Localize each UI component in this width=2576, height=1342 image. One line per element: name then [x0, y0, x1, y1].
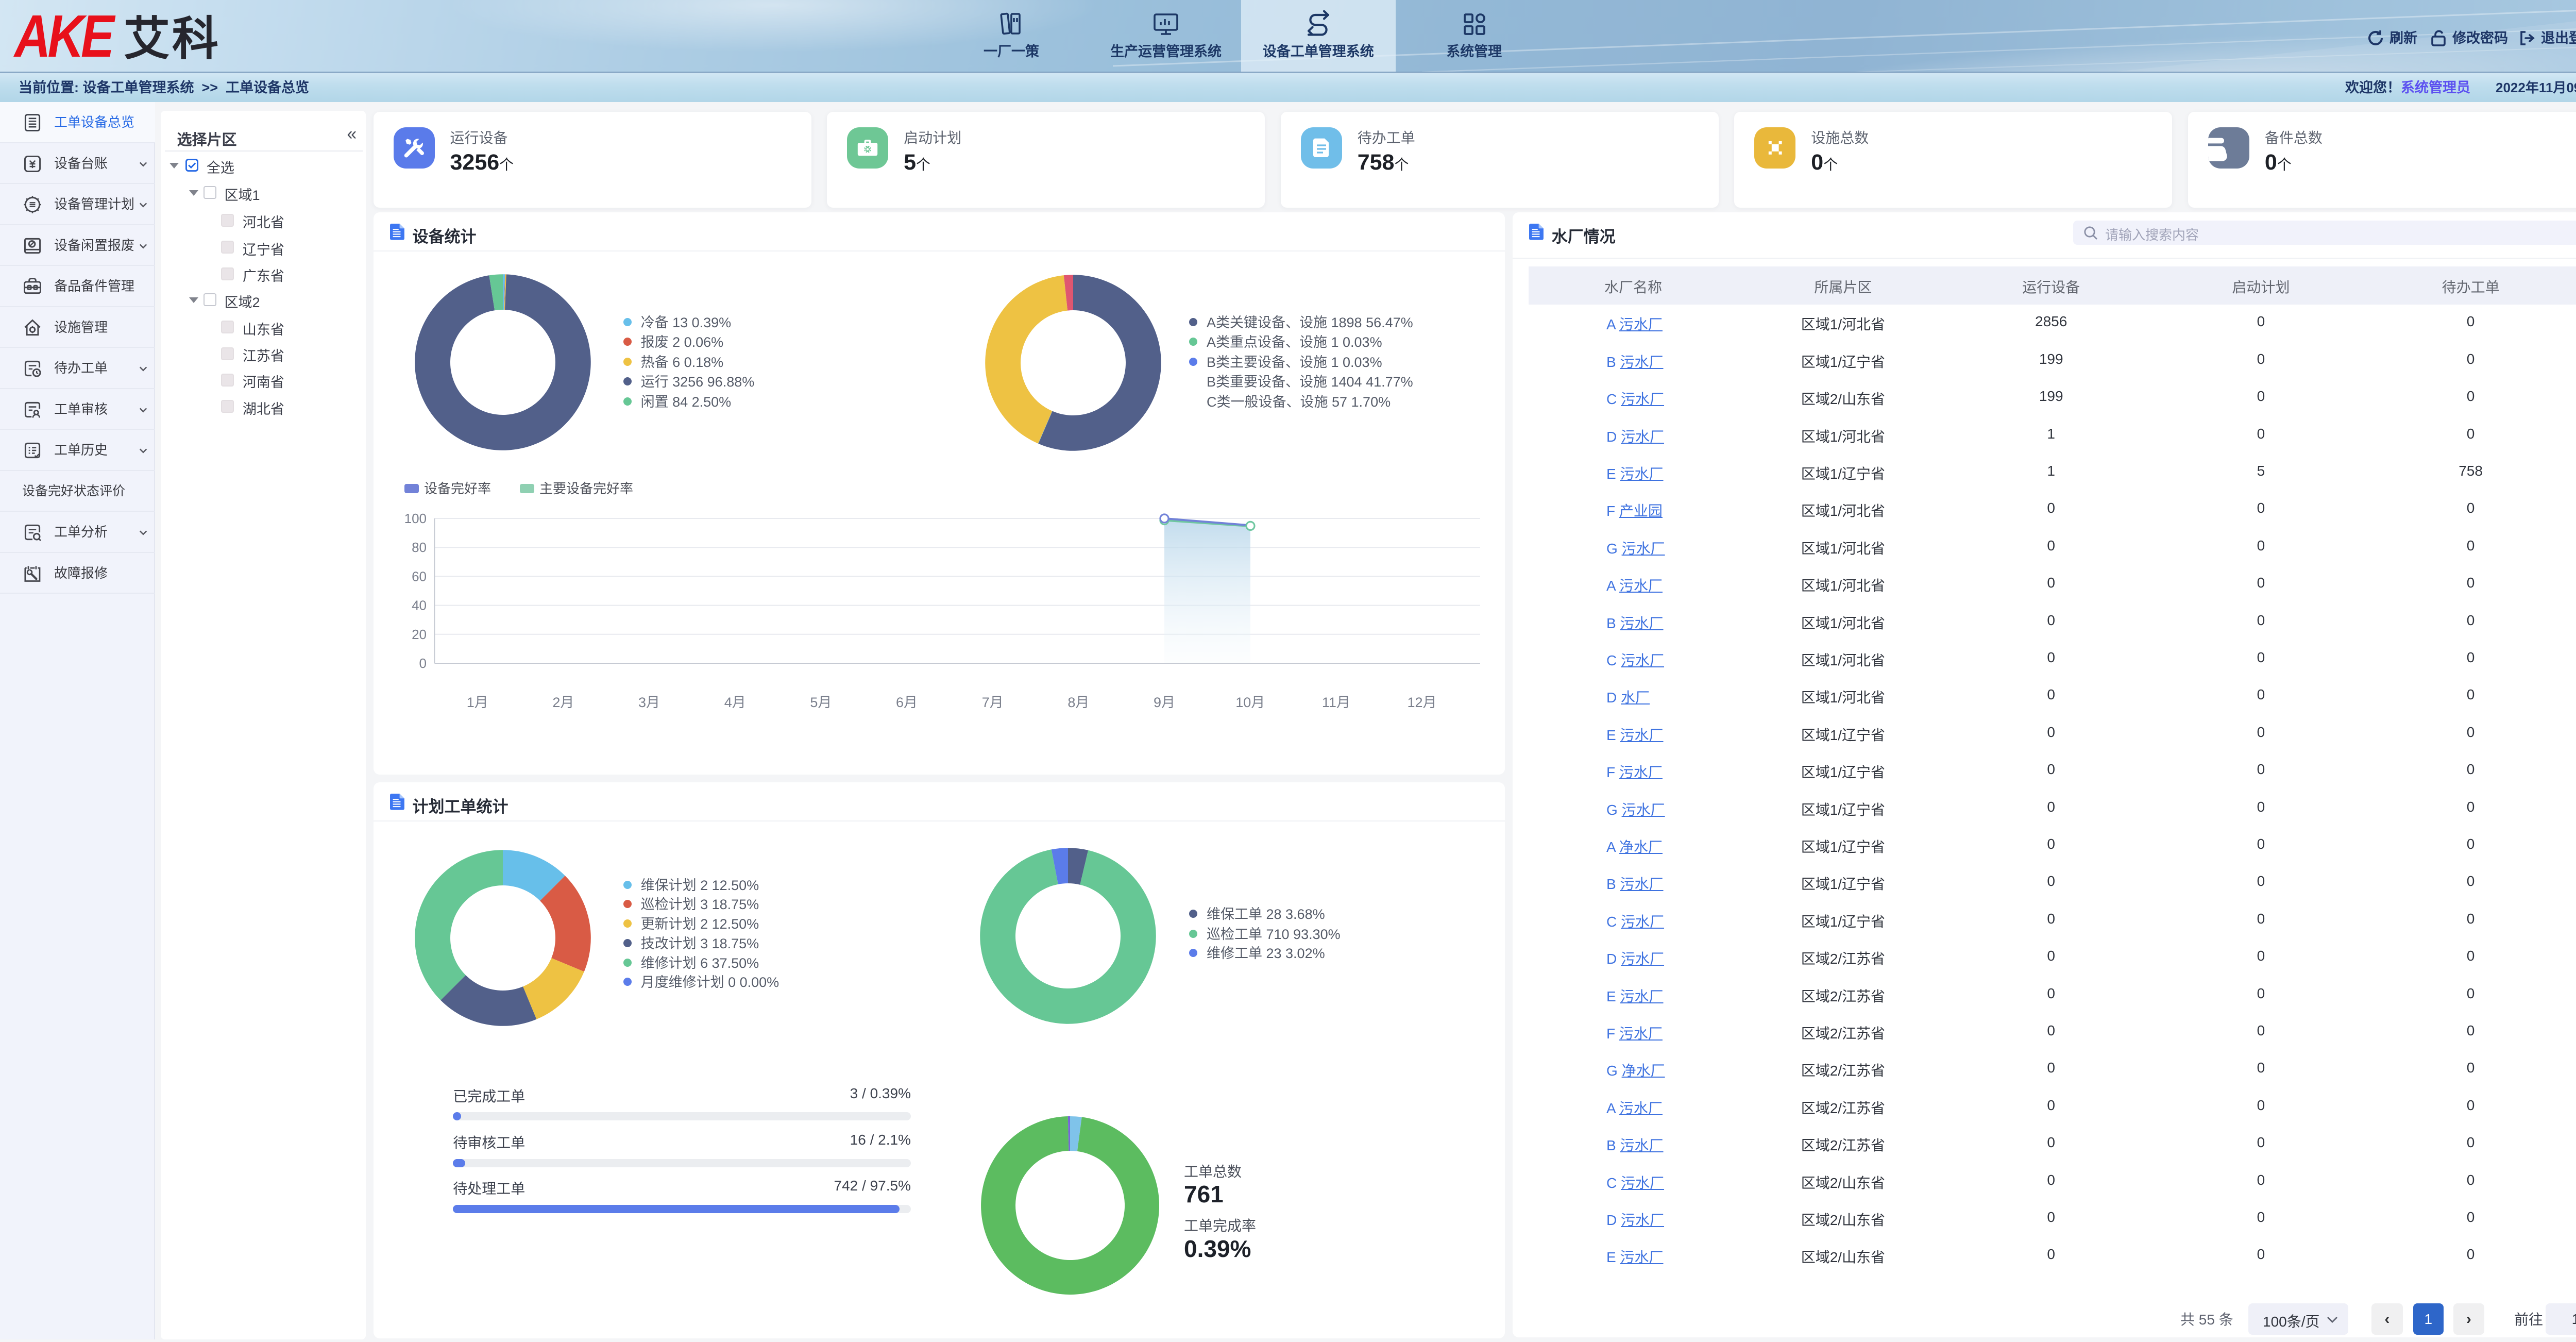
svg-text:6月: 6月 — [896, 695, 918, 710]
svg-text:11月: 11月 — [1322, 695, 1350, 710]
svg-text:5月: 5月 — [810, 695, 832, 710]
svg-text:100: 100 — [404, 511, 427, 526]
svg-text:60: 60 — [412, 568, 427, 584]
svg-text:12月: 12月 — [1407, 695, 1436, 710]
svg-text:20: 20 — [412, 627, 427, 642]
svg-text:7月: 7月 — [982, 695, 1004, 710]
svg-text:80: 80 — [412, 540, 427, 555]
svg-text:4月: 4月 — [724, 695, 746, 710]
svg-text:40: 40 — [412, 598, 427, 613]
svg-text:2月: 2月 — [552, 695, 574, 710]
svg-text:9月: 9月 — [1154, 695, 1175, 710]
svg-text:0: 0 — [419, 656, 427, 671]
svg-text:3月: 3月 — [638, 695, 660, 710]
svg-text:1月: 1月 — [467, 695, 488, 710]
svg-text:10月: 10月 — [1235, 695, 1265, 710]
svg-text:8月: 8月 — [1067, 695, 1089, 710]
